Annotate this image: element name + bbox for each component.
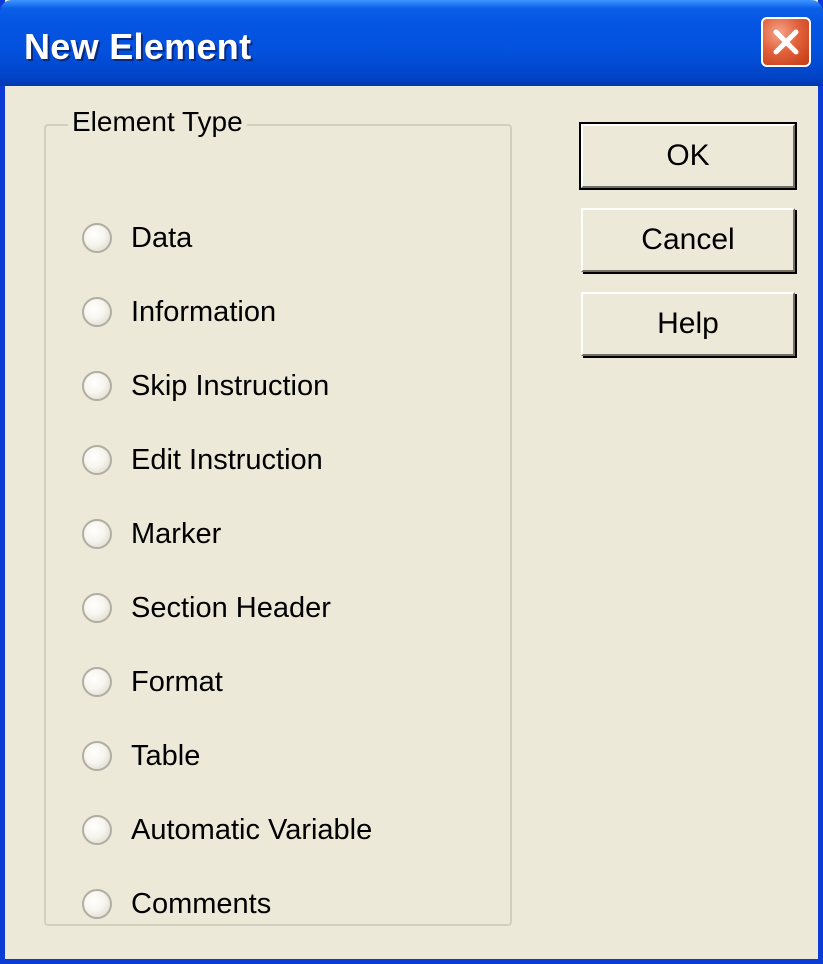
radio-label: Information (131, 295, 277, 328)
radio-button-icon[interactable] (82, 445, 112, 475)
radio-format[interactable]: Format (82, 662, 223, 702)
radio-button-icon[interactable] (82, 371, 112, 401)
radio-skip-instruction[interactable]: Skip Instruction (82, 366, 329, 406)
radio-data[interactable]: Data (82, 218, 192, 258)
dialog-content: Element Type Data Information Skip Instr… (5, 86, 818, 959)
radio-label: Format (131, 665, 223, 698)
radio-marker[interactable]: Marker (82, 514, 221, 554)
radio-automatic-variable[interactable]: Automatic Variable (82, 810, 372, 850)
radio-information[interactable]: Information (82, 292, 276, 332)
radio-button-icon[interactable] (82, 223, 112, 253)
title-bar[interactable]: New Element (0, 0, 823, 86)
close-button[interactable] (761, 17, 811, 67)
radio-button-icon[interactable] (82, 593, 112, 623)
radio-button-icon[interactable] (82, 889, 112, 919)
radio-edit-instruction[interactable]: Edit Instruction (82, 440, 323, 480)
radio-label: Comments (131, 887, 272, 920)
radio-label: Section Header (131, 591, 331, 624)
radio-label: Marker (131, 517, 222, 550)
radio-button-icon[interactable] (82, 519, 112, 549)
radio-table[interactable]: Table (82, 736, 200, 776)
element-type-groupbox: Element Type Data Information Skip Instr… (44, 106, 512, 926)
cancel-button[interactable]: Cancel (581, 208, 795, 272)
radio-label: Automatic Variable (131, 813, 373, 846)
radio-comments[interactable]: Comments (82, 884, 271, 924)
radio-button-icon[interactable] (82, 297, 112, 327)
ok-button[interactable]: OK (579, 122, 797, 190)
radio-button-icon[interactable] (82, 815, 112, 845)
radio-label: Skip Instruction (131, 369, 330, 402)
radio-section-header[interactable]: Section Header (82, 588, 331, 628)
window-title: New Element (24, 26, 252, 67)
groupbox-label: Element Type (68, 106, 247, 138)
radio-label: Data (131, 221, 193, 254)
radio-label: Table (131, 739, 201, 772)
radio-label: Edit Instruction (131, 443, 323, 476)
radio-button-icon[interactable] (82, 667, 112, 697)
radio-button-icon[interactable] (82, 741, 112, 771)
help-button[interactable]: Help (581, 292, 795, 356)
new-element-dialog: New Element Element Type Data Informatio… (0, 0, 823, 964)
close-x-icon (773, 29, 799, 55)
